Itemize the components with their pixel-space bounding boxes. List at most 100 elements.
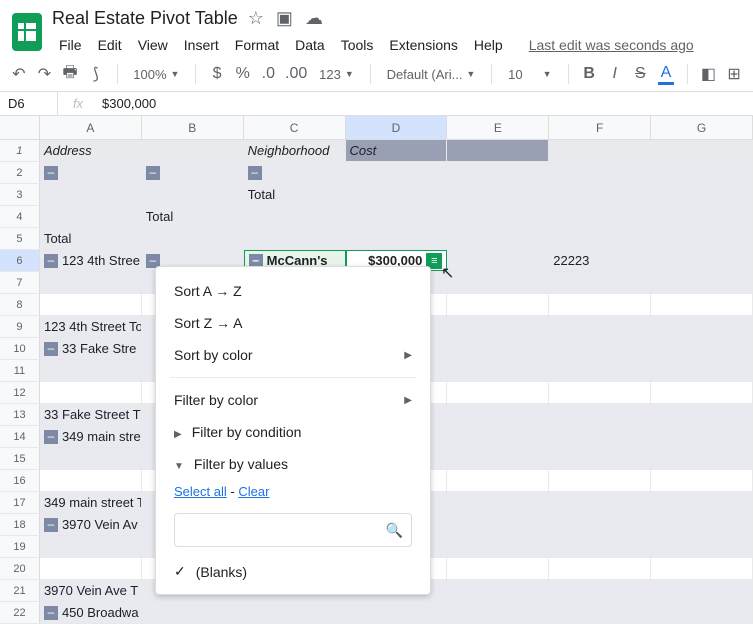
star-icon[interactable]: ☆ [248, 8, 264, 29]
cell[interactable] [549, 140, 651, 161]
cell[interactable]: 33 Fake Street T [40, 404, 142, 425]
select-all-link[interactable]: Select all [174, 484, 227, 499]
cell[interactable] [40, 294, 142, 315]
cell[interactable] [40, 470, 142, 491]
row-header[interactable]: 19 [0, 536, 40, 557]
cell[interactable] [549, 294, 651, 315]
paint-format-icon[interactable]: ⟆ [87, 63, 105, 85]
collapse-icon[interactable]: – [146, 166, 160, 180]
cell[interactable] [142, 140, 244, 161]
doc-title[interactable]: Real Estate Pivot Table [52, 8, 238, 29]
cell[interactable] [447, 580, 549, 601]
cell[interactable] [651, 382, 753, 403]
cell[interactable] [651, 470, 753, 491]
row-header[interactable]: 17 [0, 492, 40, 513]
cell[interactable]: –450 Broadwa [40, 602, 142, 623]
cell[interactable] [651, 228, 753, 249]
cell[interactable] [651, 536, 753, 557]
col-header[interactable]: G [651, 116, 753, 139]
cell[interactable] [651, 580, 753, 601]
filter-by-color[interactable]: Filter by color▶ [156, 384, 430, 416]
cell[interactable] [651, 184, 753, 205]
cell[interactable] [346, 206, 448, 227]
cell[interactable] [40, 448, 142, 469]
cell[interactable] [651, 338, 753, 359]
collapse-icon[interactable]: – [248, 166, 262, 180]
cell[interactable] [549, 536, 651, 557]
cell[interactable] [447, 514, 549, 535]
cell[interactable] [549, 382, 651, 403]
filter-by-condition[interactable]: ▶Filter by condition [156, 416, 430, 448]
collapse-icon[interactable]: – [44, 518, 58, 532]
cell[interactable] [447, 426, 549, 447]
cell[interactable] [346, 184, 448, 205]
menu-tools[interactable]: Tools [334, 35, 381, 55]
col-header[interactable]: F [549, 116, 651, 139]
row-header[interactable]: 16 [0, 470, 40, 491]
zoom-dropdown[interactable]: 100%▼ [129, 65, 183, 84]
row-header[interactable]: 11 [0, 360, 40, 381]
cell[interactable] [447, 228, 549, 249]
filter-search-input[interactable] [183, 522, 386, 538]
cell[interactable] [549, 558, 651, 579]
row-header[interactable]: 2 [0, 162, 40, 183]
borders-icon[interactable]: ⊞ [725, 63, 743, 85]
cell[interactable] [346, 162, 448, 183]
cell[interactable] [651, 316, 753, 337]
collapse-icon[interactable]: – [44, 606, 58, 620]
font-size-dropdown[interactable]: 10▼ [504, 65, 555, 84]
cell[interactable] [40, 360, 142, 381]
cell[interactable] [447, 558, 549, 579]
row-header[interactable]: 7 [0, 272, 40, 293]
menu-edit[interactable]: Edit [91, 35, 129, 55]
cell[interactable] [447, 162, 549, 183]
cell[interactable] [549, 162, 651, 183]
name-box[interactable]: D6 [0, 92, 58, 115]
menu-file[interactable]: File [52, 35, 89, 55]
cell[interactable] [40, 558, 142, 579]
cell[interactable] [651, 492, 753, 513]
cell[interactable] [244, 228, 346, 249]
currency-icon[interactable]: $ [208, 63, 226, 85]
row-header[interactable]: 20 [0, 558, 40, 579]
text-color-icon[interactable]: A [657, 63, 675, 85]
cell[interactable] [549, 448, 651, 469]
row-header[interactable]: 4 [0, 206, 40, 227]
cell[interactable]: 22223 [549, 250, 651, 271]
cell[interactable] [549, 316, 651, 337]
cell[interactable] [549, 228, 651, 249]
formula-bar[interactable]: $300,000 [98, 96, 156, 111]
cell[interactable] [40, 272, 142, 293]
cell[interactable] [549, 272, 651, 293]
cell[interactable] [346, 602, 448, 623]
cell[interactable] [549, 492, 651, 513]
cell[interactable]: Total [244, 184, 346, 205]
menu-data[interactable]: Data [288, 35, 332, 55]
sort-za[interactable]: Sort Z → A [156, 307, 430, 339]
row-header[interactable]: 3 [0, 184, 40, 205]
cell[interactable] [447, 206, 549, 227]
cell[interactable]: Cost [346, 140, 448, 161]
col-header[interactable]: B [142, 116, 244, 139]
last-edit-link[interactable]: Last edit was seconds ago [522, 35, 701, 55]
cell[interactable] [651, 250, 753, 271]
cell[interactable] [447, 316, 549, 337]
undo-icon[interactable]: ↶ [10, 63, 28, 85]
cell[interactable] [447, 140, 549, 161]
cloud-icon[interactable]: ☁ [305, 8, 323, 29]
row-header[interactable]: 18 [0, 514, 40, 535]
cell[interactable]: – [40, 162, 142, 183]
cell[interactable] [40, 536, 142, 557]
strike-icon[interactable]: S [632, 63, 650, 85]
cell[interactable] [447, 470, 549, 491]
col-header[interactable]: E [447, 116, 549, 139]
sort-az[interactable]: Sort A → Z [156, 275, 430, 307]
cell[interactable]: Total [142, 206, 244, 227]
cell[interactable] [142, 602, 244, 623]
cell[interactable]: – [142, 162, 244, 183]
cell[interactable] [244, 602, 346, 623]
cell[interactable] [651, 558, 753, 579]
filter-search[interactable]: 🔍 [174, 513, 412, 547]
increase-decimal-icon[interactable]: .00 [285, 63, 307, 85]
cell[interactable] [447, 184, 549, 205]
